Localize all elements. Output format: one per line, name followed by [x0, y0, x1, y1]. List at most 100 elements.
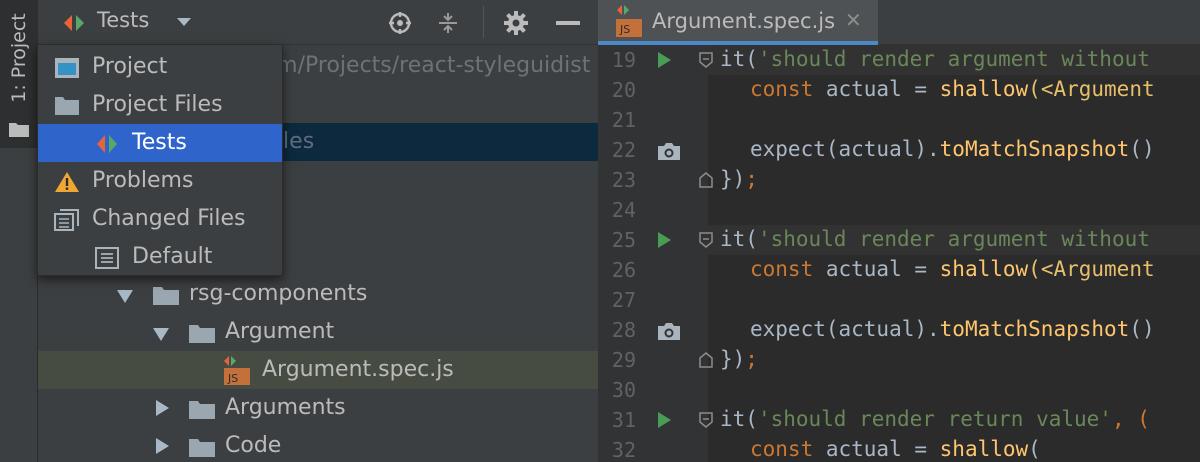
code-line[interactable]: 19 it('should render argument without: [598, 45, 1200, 75]
tree-label: Argument.spec.js: [262, 357, 454, 382]
collapsed-arrow-icon[interactable]: [156, 400, 169, 416]
folder-icon: [189, 401, 215, 419]
fold-open-icon[interactable]: [699, 412, 713, 428]
code-line[interactable]: 32 const actual = shallow(: [598, 435, 1200, 462]
run-test-icon[interactable]: [658, 412, 671, 428]
popup-item-tests[interactable]: Tests: [38, 124, 282, 162]
project-tool-window-button[interactable]: 1: Project: [0, 0, 38, 148]
fold-close-icon[interactable]: [699, 352, 713, 368]
code-text: it('should render return value', (: [720, 407, 1150, 431]
code-text: const actual = shallow(: [750, 437, 1041, 461]
tree-row-rsg-components[interactable]: rsg-components: [38, 275, 598, 313]
tree-row-argument[interactable]: Argument: [38, 313, 598, 351]
expand-arrow-icon[interactable]: [153, 328, 169, 341]
code-line[interactable]: 23 });: [598, 165, 1200, 195]
popup-item-label: Tests: [132, 130, 187, 155]
tree-label: Arguments: [225, 395, 346, 420]
js-test-file-icon: JS: [616, 5, 642, 37]
editor-tab-bar: JS Argument.spec.js ✕: [598, 0, 1200, 45]
code-line[interactable]: 29 });: [598, 345, 1200, 375]
tab-argument-spec[interactable]: JS Argument.spec.js ✕: [598, 0, 878, 45]
chevron-down-icon[interactable]: [177, 18, 191, 26]
line-number: 29: [611, 348, 636, 372]
tree-label: Argument: [225, 319, 335, 344]
minimize-icon: [556, 21, 580, 25]
collapse-all-button[interactable]: [434, 9, 462, 37]
code-line[interactable]: 24: [598, 195, 1200, 225]
hide-panel-button[interactable]: [554, 9, 582, 37]
expand-arrow-icon[interactable]: [117, 290, 133, 303]
folder-icon: [153, 287, 179, 305]
svg-text:JS: JS: [227, 372, 238, 385]
warning-icon: [55, 172, 79, 192]
popup-item-label: Default: [132, 244, 213, 269]
line-number: 19: [611, 48, 636, 72]
code-line[interactable]: 21: [598, 105, 1200, 135]
project-panel-header: Tests: [38, 0, 598, 45]
run-test-icon[interactable]: [658, 52, 671, 68]
collapsed-arrow-icon[interactable]: [156, 438, 169, 454]
folder-icon: [55, 97, 79, 115]
tests-icon: [97, 135, 117, 153]
popup-item-problems[interactable]: Problems: [38, 162, 282, 200]
view-selector-popup: Project Project Files Tests Problems Cha…: [37, 44, 283, 276]
line-number: 22: [611, 138, 636, 162]
header-separator: [483, 6, 484, 38]
popup-item-project[interactable]: Project: [38, 48, 282, 86]
code-text: expect(actual).toMatchSnapshot(): [750, 137, 1155, 161]
line-number: 25: [611, 228, 636, 252]
line-number: 24: [611, 198, 636, 222]
folder-icon: [189, 325, 215, 343]
gear-icon: [504, 11, 528, 35]
line-number: 32: [611, 438, 636, 462]
tree-label: Code: [225, 433, 282, 458]
line-number: 28: [611, 318, 636, 342]
tree-row-arguments[interactable]: Arguments: [38, 389, 598, 427]
popup-item-label: Project Files: [92, 92, 223, 117]
tree-row-code[interactable]: Code: [38, 427, 598, 462]
line-number: 20: [611, 78, 636, 102]
code-text: });: [720, 167, 758, 191]
code-line[interactable]: 25 it('should render argument without: [598, 225, 1200, 255]
camera-icon[interactable]: [656, 321, 682, 341]
line-number: 30: [611, 378, 636, 402]
code-line[interactable]: 30: [598, 375, 1200, 405]
popup-item-changed-files[interactable]: Changed Files: [38, 200, 282, 238]
line-number: 21: [611, 108, 636, 132]
tab-title: Argument.spec.js: [652, 9, 836, 33]
changed-files-icon: [54, 209, 79, 231]
popup-item-label: Changed Files: [92, 206, 246, 231]
view-selector-title[interactable]: Tests: [97, 8, 149, 32]
line-number: 23: [611, 168, 636, 192]
popup-item-project-files[interactable]: Project Files: [38, 86, 282, 124]
code-line[interactable]: 26 const actual = shallow(<Argument: [598, 255, 1200, 285]
editor: JS Argument.spec.js ✕ 19 it('should rend…: [598, 0, 1200, 462]
code-line[interactable]: 31 it('should render return value', (: [598, 405, 1200, 435]
collapse-icon: [439, 13, 457, 33]
code-line[interactable]: 27: [598, 285, 1200, 315]
fold-open-icon[interactable]: [699, 52, 713, 68]
tree-row-argument-spec[interactable]: JS Argument.spec.js: [38, 351, 598, 389]
changelist-icon: [95, 247, 119, 269]
fold-open-icon[interactable]: [699, 232, 713, 248]
camera-icon[interactable]: [656, 141, 682, 161]
project-window-icon: [55, 58, 79, 78]
settings-button[interactable]: [502, 9, 530, 37]
line-number: 27: [611, 288, 636, 312]
line-number: 26: [611, 258, 636, 282]
crosshair-icon: [389, 12, 411, 34]
fold-close-icon[interactable]: [699, 172, 713, 188]
locate-button[interactable]: [386, 9, 414, 37]
code-line[interactable]: 28 expect(actual).toMatchSnapshot(): [598, 315, 1200, 345]
project-tool-window-label: 1: Project: [8, 13, 30, 103]
code-text: it('should render argument without: [720, 227, 1150, 251]
run-test-icon[interactable]: [658, 232, 671, 248]
close-icon[interactable]: ✕: [845, 8, 862, 32]
folder-icon: [189, 439, 215, 457]
code-line[interactable]: 20 const actual = shallow(<Argument: [598, 75, 1200, 105]
code-text: expect(actual).toMatchSnapshot(): [750, 317, 1155, 341]
code-text: const actual = shallow(<Argument: [750, 77, 1155, 101]
code-line[interactable]: 22 expect(actual).toMatchSnapshot(): [598, 135, 1200, 165]
popup-item-default[interactable]: Default: [38, 238, 282, 276]
tests-view-icon[interactable]: [60, 13, 88, 33]
